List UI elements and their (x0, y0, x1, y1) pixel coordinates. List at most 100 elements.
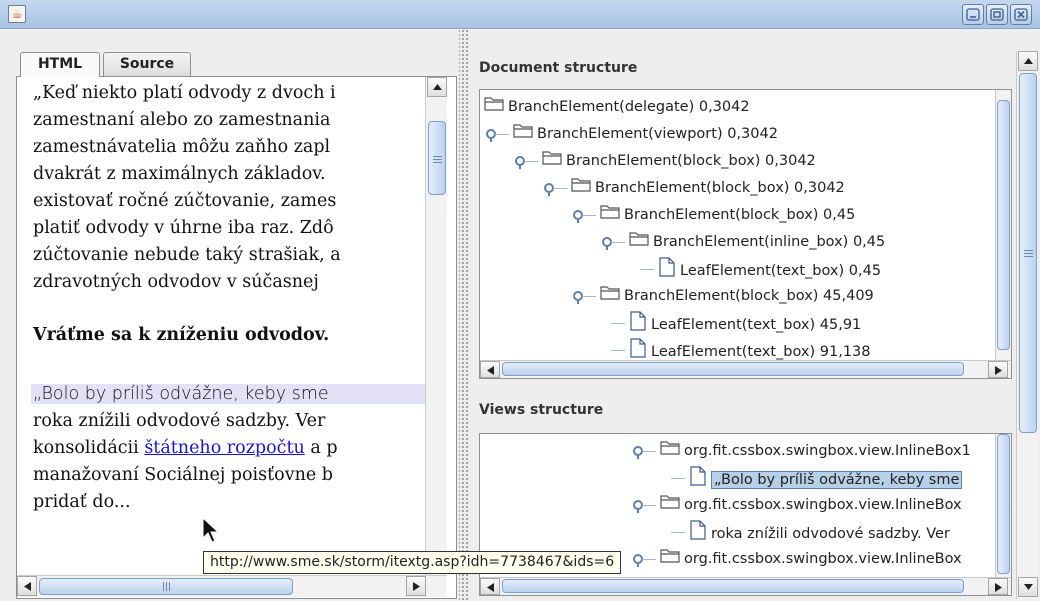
tree-node-label: org.fit.cssbox.swingbox.view.InlineBox (684, 551, 962, 567)
tab-source[interactable]: Source (103, 52, 191, 77)
document-line: konsolidácii štátneho rozpočtu a p (33, 438, 338, 458)
folder-icon (600, 203, 620, 228)
folder-icon (629, 230, 649, 255)
document-line: manažovaní Sociálnej poisťovne b (33, 465, 333, 485)
link-prefix-text: konsolidácii (33, 438, 145, 458)
tree-node-label: org.fit.cssbox.swingbox.view.InlineBox (684, 497, 962, 513)
tree-connector (582, 296, 596, 297)
arrow-up-icon (1024, 58, 1033, 64)
expand-toggle-icon[interactable] (485, 128, 497, 147)
views-tree-horizontal-scrollbar[interactable] (480, 577, 1011, 595)
close-icon (1014, 8, 1028, 21)
tree-node[interactable]: BranchElement(inline_box) 0,45 (629, 230, 885, 255)
expand-toggle-icon[interactable] (601, 236, 613, 255)
structure-pane-vertical-scrollbar[interactable] (1016, 51, 1038, 599)
tree-node[interactable]: LeafElement(text_box) 45,91 (629, 311, 861, 336)
expand-toggle-icon[interactable] (543, 182, 555, 201)
scroll-left-button[interactable] (17, 576, 37, 596)
views-tree-scroll-left[interactable] (480, 578, 500, 595)
tree-node-label: BranchElement(block_box) 0,3042 (566, 153, 816, 169)
structure-scroll-down[interactable] (1018, 577, 1038, 597)
folder-icon (600, 284, 620, 309)
tab-html[interactable]: HTML (20, 52, 100, 77)
folder-icon (484, 95, 504, 120)
folder-icon (660, 547, 680, 572)
tree-node[interactable]: BranchElement(block_box) 45,409 (600, 284, 874, 309)
minimize-button[interactable] (962, 4, 984, 25)
arrow-left-icon (487, 366, 494, 375)
tree-node[interactable]: roka znížili odvodové sadzby. Ver (689, 520, 950, 545)
tree-node[interactable]: BranchElement(block_box) 0,45 (600, 203, 855, 228)
arrow-down-icon (1024, 584, 1033, 590)
tree-node[interactable]: BranchElement(block_box) 0,3042 (571, 176, 845, 201)
link-url-tooltip: http://www.sme.sk/storm/itextg.asp?idh=7… (203, 551, 622, 574)
document-view[interactable]: „Keď niekto platí odvody z dvoch i zames… (16, 76, 457, 599)
split-pane-divider[interactable] (459, 29, 469, 601)
views-tree-vertical-scrollbar[interactable] (995, 434, 1011, 577)
structure-pane: Document structure BranchElement(delegat… (469, 29, 1040, 601)
maximize-button[interactable] (986, 4, 1008, 25)
tree-node[interactable]: LeafElement(text_box) 91,138 (629, 338, 871, 360)
rendered-document: „Keď niekto platí odvody z dvoch i zames… (17, 77, 425, 575)
tree-node-label: BranchElement(delegate) 0,3042 (508, 99, 750, 115)
tree-node-label: BranchElement(block_box) 0,3042 (595, 180, 845, 196)
document-icon (658, 257, 676, 286)
document-tree-rows: BranchElement(delegate) 0,3042 BranchElem… (480, 90, 995, 360)
scroll-right-button[interactable] (406, 576, 426, 596)
structure-vscroll-thumb[interactable] (1019, 73, 1037, 433)
document-horizontal-scrollbar[interactable] (17, 575, 447, 597)
tree-connector (642, 559, 656, 560)
folder-icon (571, 176, 591, 201)
tree-node-label: BranchElement(block_box) 45,409 (624, 288, 874, 304)
scroll-up-button[interactable] (427, 77, 447, 97)
document-vscroll-thumb[interactable] (428, 121, 446, 195)
tree-node[interactable]: org.fit.cssbox.swingbox.view.InlineBox (660, 547, 962, 572)
doc-tree-scroll-right[interactable] (988, 361, 1008, 378)
tree-node[interactable]: BranchElement(viewport) 0,3042 (513, 122, 778, 147)
doc-tree-vscroll-thumb[interactable] (997, 100, 1010, 350)
document-hscroll-thumb[interactable] (39, 578, 293, 595)
tree-node-label: roka znížili odvodové sadzby. Ver (711, 526, 950, 542)
folder-icon (542, 149, 562, 174)
document-icon (629, 338, 647, 360)
views-tree-vscroll-thumb[interactable] (997, 434, 1010, 574)
doc-tree-horizontal-scrollbar[interactable] (480, 360, 1011, 378)
tree-node-label: LeafElement(text_box) 91,138 (651, 344, 871, 360)
expand-toggle-icon[interactable] (632, 553, 644, 572)
document-structure-tree[interactable]: BranchElement(delegate) 0,3042 BranchElem… (479, 89, 1012, 379)
structure-scroll-up[interactable] (1018, 51, 1038, 71)
tree-node[interactable]: BranchElement(delegate) 0,3042 (484, 95, 750, 120)
doc-tree-scroll-left[interactable] (480, 361, 500, 378)
close-button[interactable] (1010, 4, 1032, 25)
arrow-right-icon (995, 366, 1002, 375)
tree-node[interactable]: „Bolo by príliš odvážne, keby sme (689, 466, 963, 491)
java-cup-icon[interactable]: ☕ (8, 5, 26, 23)
minimize-icon (966, 8, 980, 21)
arrow-left-icon (487, 583, 494, 592)
mouse-pointer-icon (202, 517, 220, 543)
views-tree-scroll-right[interactable] (988, 578, 1008, 595)
window-title-bar[interactable]: ☕ (0, 0, 1040, 29)
tree-connector (642, 451, 656, 452)
expand-toggle-icon[interactable] (632, 445, 644, 464)
expand-toggle-icon[interactable] (514, 155, 526, 174)
expand-toggle-icon[interactable] (572, 290, 584, 309)
arrow-up-icon (433, 84, 442, 90)
link-suffix-text: a p (304, 438, 338, 458)
tree-node[interactable]: org.fit.cssbox.swingbox.view.InlineBox1 (660, 439, 971, 464)
tree-node[interactable]: BranchElement(block_box) 0,3042 (542, 149, 816, 174)
doc-tree-hscroll-thumb[interactable] (502, 362, 964, 376)
doc-tree-vertical-scrollbar[interactable] (995, 90, 1011, 360)
views-tree-hscroll-thumb[interactable] (502, 579, 964, 593)
expand-toggle-icon[interactable] (572, 209, 584, 228)
tree-connector (524, 161, 538, 162)
tree-node[interactable]: org.fit.cssbox.swingbox.view.InlineBox (660, 493, 962, 518)
document-line: „Keď niekto platí odvody z dvoch i (33, 83, 336, 103)
document-line: existovať ročné zúčtovanie, zames (33, 191, 337, 211)
expand-toggle-icon[interactable] (632, 499, 644, 518)
tree-connector (495, 134, 509, 135)
tree-connector (611, 323, 625, 324)
document-vertical-scrollbar[interactable] (425, 77, 447, 575)
state-budget-link[interactable]: štátneho rozpočtu (144, 438, 304, 458)
tree-node[interactable]: LeafElement(text_box) 0,45 (658, 257, 881, 282)
